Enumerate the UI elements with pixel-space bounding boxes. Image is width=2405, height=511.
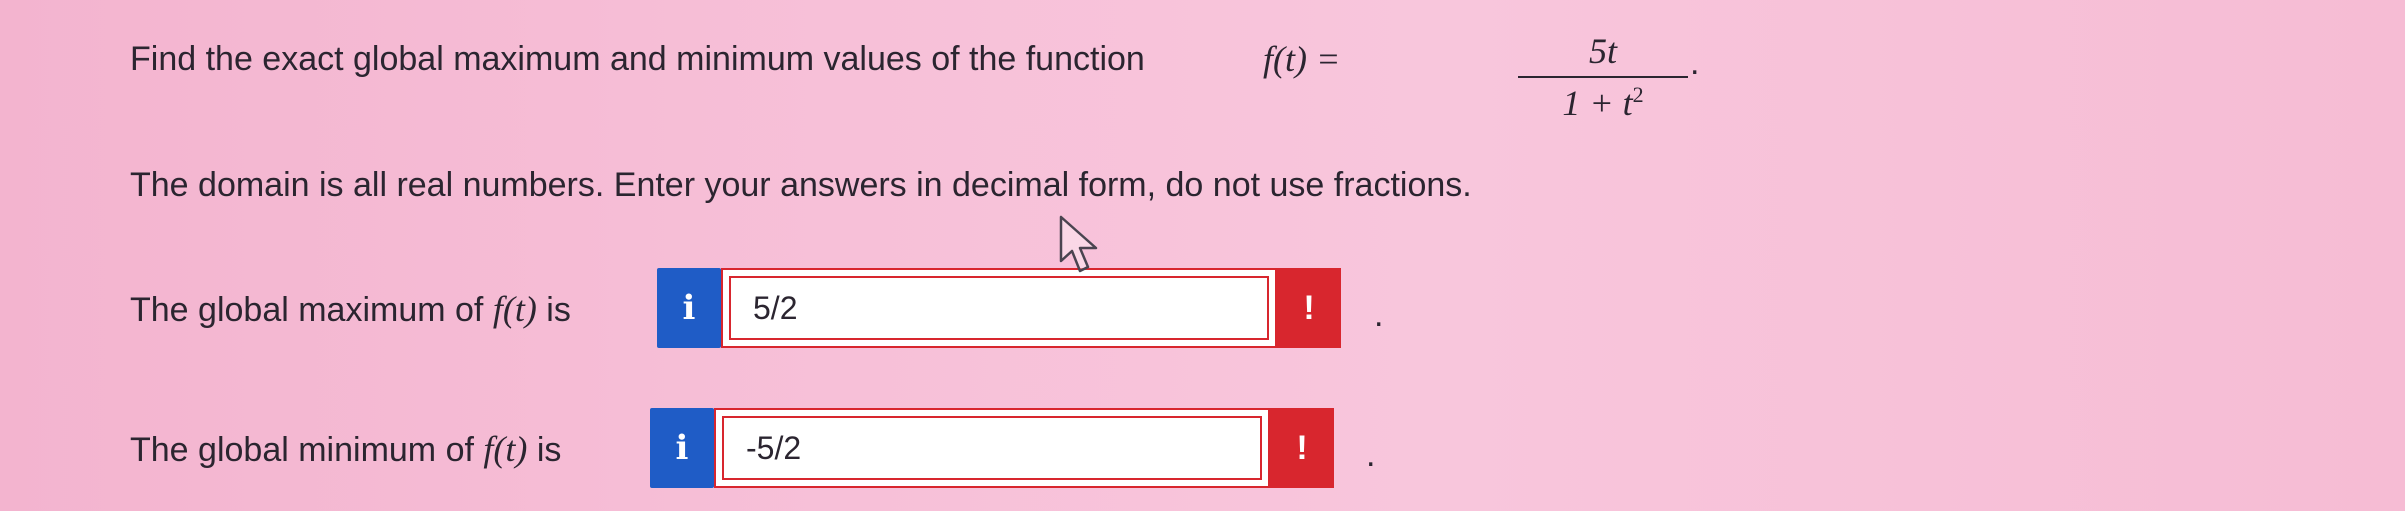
question-lead-text: Find the exact global maximum and minimu… xyxy=(130,40,1145,78)
fraction-denominator: 1 + t2 xyxy=(1562,82,1644,123)
info-icon: i xyxy=(682,288,696,328)
global-minimum-input[interactable]: -5/2 xyxy=(714,408,1270,488)
global-minimum-value[interactable]: -5/2 xyxy=(722,416,1262,480)
function-name: f(t) xyxy=(483,429,528,469)
domain-instructions: The domain is all real numbers. Enter yo… xyxy=(130,166,1472,204)
error-alert-button[interactable]: ! xyxy=(1277,268,1341,348)
fraction-numerator: 5t xyxy=(1588,31,1617,71)
info-icon: i xyxy=(675,428,689,468)
fraction-bar xyxy=(1518,76,1688,78)
info-button[interactable]: i xyxy=(657,268,721,348)
function-fraction: 5t 1 + t2 xyxy=(1518,30,1688,123)
info-button[interactable]: i xyxy=(650,408,714,488)
trailing-period: . xyxy=(1366,436,1376,474)
global-maximum-input[interactable]: 5/2 xyxy=(721,268,1277,348)
trailing-period: . xyxy=(1374,296,1384,334)
exclamation-icon: ! xyxy=(1303,288,1315,327)
function-lhs: f(t) = xyxy=(1263,39,1341,79)
global-minimum-label: The global minimum of f(t) is xyxy=(130,429,562,469)
function-name: f(t) xyxy=(492,289,537,329)
question-period: . xyxy=(1690,44,1700,82)
mouse-pointer-icon xyxy=(1059,215,1098,273)
global-maximum-value[interactable]: 5/2 xyxy=(729,276,1269,340)
global-maximum-label: The global maximum of f(t) is xyxy=(130,289,571,329)
denominator-exponent: 2 xyxy=(1632,82,1644,107)
exclamation-icon: ! xyxy=(1296,428,1308,467)
error-alert-button[interactable]: ! xyxy=(1270,408,1334,488)
